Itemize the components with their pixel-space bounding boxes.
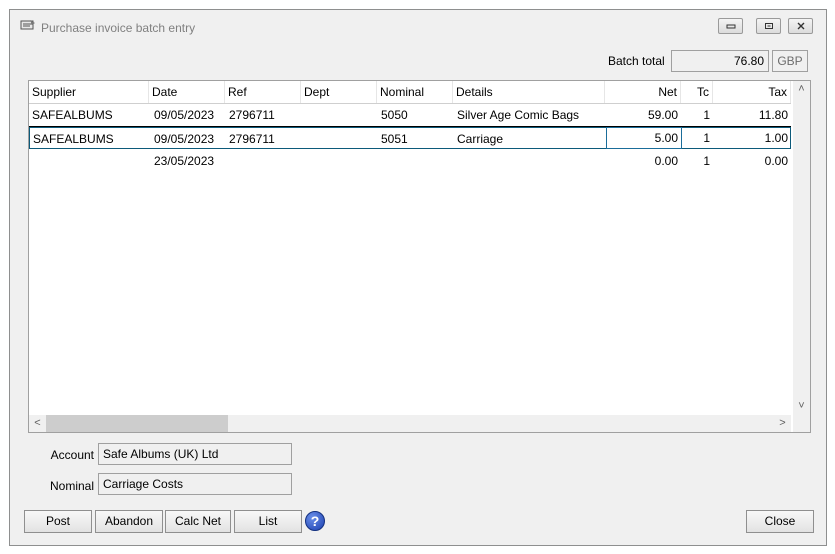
cell-supplier[interactable]: SAFEALBUMS xyxy=(30,128,150,150)
batch-total-label: Batch total xyxy=(608,54,665,68)
app-icon xyxy=(20,20,35,30)
invoice-lines-grid[interactable]: Supplier Date Ref Dept Nominal Details N… xyxy=(28,80,811,433)
cell-supplier[interactable]: SAFEALBUMS xyxy=(29,104,149,126)
cell-tax[interactable]: 1.00 xyxy=(713,127,791,149)
col-header-details[interactable]: Details xyxy=(453,81,605,103)
cell-details[interactable]: Silver Age Comic Bags xyxy=(454,104,605,126)
cell-net[interactable]: 59.00 xyxy=(605,104,681,126)
account-field: Safe Albums (UK) Ltd xyxy=(98,443,292,465)
post-button[interactable]: Post xyxy=(24,510,92,533)
cell-ref[interactable]: 2796711 xyxy=(226,104,301,126)
close-icon xyxy=(797,22,804,30)
col-header-nominal[interactable]: Nominal xyxy=(377,81,453,103)
col-header-tc[interactable]: Tc xyxy=(681,81,713,103)
scrollbar-corner xyxy=(793,415,810,432)
table-row-new[interactable]: 23/05/2023 0.00 1 0.00 xyxy=(29,150,791,172)
scroll-down-icon[interactable]: ˅ xyxy=(793,398,810,415)
close-button[interactable]: Close xyxy=(746,510,814,533)
cell-supplier[interactable] xyxy=(29,150,149,172)
title-bar: Purchase invoice batch entry xyxy=(10,10,826,40)
table-row-selected[interactable]: SAFEALBUMS 09/05/2023 2796711 5051 Carri… xyxy=(29,127,791,149)
calc-net-button[interactable]: Calc Net xyxy=(165,510,231,533)
help-icon[interactable]: ? xyxy=(305,511,325,531)
abandon-button[interactable]: Abandon xyxy=(95,510,163,533)
restore-button[interactable] xyxy=(756,18,781,34)
nominal-label: Nominal xyxy=(49,479,94,493)
col-header-date[interactable]: Date xyxy=(149,81,225,103)
cell-date[interactable]: 09/05/2023 xyxy=(151,104,225,126)
col-header-ref[interactable]: Ref xyxy=(225,81,301,103)
cell-date[interactable]: 09/05/2023 xyxy=(151,128,226,150)
horizontal-scroll-thumb[interactable] xyxy=(46,415,228,432)
cell-nominal[interactable] xyxy=(378,150,453,172)
cell-ref[interactable]: 2796711 xyxy=(226,128,302,150)
col-header-net[interactable]: Net xyxy=(605,81,681,103)
cell-tc[interactable]: 1 xyxy=(681,104,713,126)
vertical-scrollbar[interactable]: ˄ ˅ xyxy=(793,81,810,415)
scroll-right-icon[interactable]: > xyxy=(774,415,791,432)
cell-dept[interactable] xyxy=(302,128,378,150)
cell-details[interactable]: Carriage xyxy=(454,128,606,150)
purchase-invoice-batch-window: Purchase invoice batch entry Batch total… xyxy=(9,9,827,546)
cell-tax[interactable]: 0.00 xyxy=(713,150,791,172)
account-label: Account xyxy=(50,448,94,462)
scroll-up-icon[interactable]: ˄ xyxy=(793,81,810,98)
batch-currency-field: GBP xyxy=(772,50,808,72)
close-window-button[interactable] xyxy=(788,18,813,34)
cell-net-editing[interactable]: 5.00 xyxy=(606,127,682,149)
minimize-button[interactable] xyxy=(718,18,743,34)
cell-nominal[interactable]: 5050 xyxy=(378,104,453,126)
scroll-left-icon[interactable]: < xyxy=(29,415,46,432)
list-button[interactable]: List xyxy=(234,510,302,533)
window-title: Purchase invoice batch entry xyxy=(41,21,196,35)
cell-tc[interactable]: 1 xyxy=(681,150,713,172)
col-header-supplier[interactable]: Supplier xyxy=(29,81,149,103)
horizontal-scrollbar[interactable]: < > xyxy=(29,415,791,432)
cell-ref[interactable] xyxy=(226,150,301,172)
cell-date[interactable]: 23/05/2023 xyxy=(151,150,225,172)
cell-dept[interactable] xyxy=(301,104,377,126)
cell-nominal[interactable]: 5051 xyxy=(378,128,454,150)
col-header-dept[interactable]: Dept xyxy=(301,81,377,103)
cell-dept[interactable] xyxy=(301,150,377,172)
minimize-icon xyxy=(726,24,735,29)
cell-tax[interactable]: 11.80 xyxy=(713,104,791,126)
cell-tc[interactable]: 1 xyxy=(681,127,713,149)
cell-net[interactable]: 0.00 xyxy=(605,150,681,172)
nominal-field: Carriage Costs xyxy=(98,473,292,495)
batch-total-field: 76.80 xyxy=(671,50,769,72)
grid-header: Supplier Date Ref Dept Nominal Details N… xyxy=(29,81,791,104)
restore-icon xyxy=(764,23,773,29)
cell-details[interactable] xyxy=(454,150,605,172)
col-header-tax[interactable]: Tax xyxy=(713,81,791,103)
table-row[interactable]: SAFEALBUMS 09/05/2023 2796711 5050 Silve… xyxy=(29,104,791,127)
